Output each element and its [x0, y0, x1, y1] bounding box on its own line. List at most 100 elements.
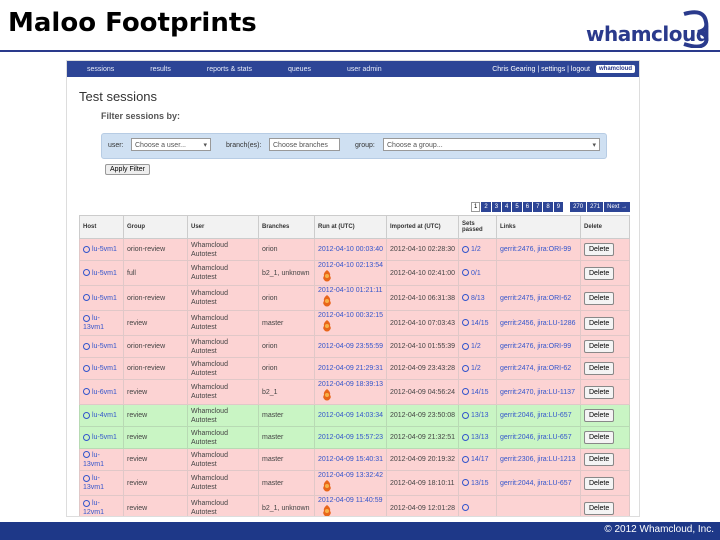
- col-branches[interactable]: Branches: [258, 215, 315, 239]
- gerrit-jira-links[interactable]: gerrit:2046, jira:LU-657: [500, 412, 572, 419]
- delete-button[interactable]: Delete: [584, 291, 615, 305]
- gerrit-jira-links[interactable]: gerrit:2044, jira:LU-657: [500, 480, 572, 487]
- session-link-icon[interactable]: [83, 245, 90, 253]
- page-link-270[interactable]: 270: [570, 202, 587, 212]
- gerrit-jira-links[interactable]: gerrit:2476, jira:ORI-99: [500, 343, 571, 350]
- details-icon[interactable]: [462, 364, 469, 372]
- host-cell[interactable]: lu-5vm1: [79, 238, 124, 261]
- col-host[interactable]: Host: [79, 215, 124, 239]
- delete-button[interactable]: Delete: [584, 243, 615, 256]
- run-at-link[interactable]: 2012-04-09 18:39:13: [318, 381, 383, 388]
- delete-button[interactable]: Delete: [584, 409, 615, 422]
- links-cell[interactable]: gerrit:2046, jira:LU-657: [496, 404, 581, 427]
- run-at-link[interactable]: 2012-04-09 21:29:31: [318, 365, 383, 372]
- user-select[interactable]: Choose a user... ▾: [131, 138, 211, 151]
- session-link-icon[interactable]: [83, 388, 90, 396]
- host-link[interactable]: lu-5vm1: [92, 434, 117, 441]
- details-icon[interactable]: [462, 388, 469, 396]
- col-user[interactable]: User: [187, 215, 259, 239]
- session-link-icon[interactable]: [83, 499, 90, 507]
- run-at-link[interactable]: 2012-04-09 15:57:23: [318, 434, 383, 441]
- gerrit-jira-links[interactable]: gerrit:2306, jira:LU-1213: [500, 456, 576, 463]
- nav-user-label[interactable]: Chris Gearing | settings | logout: [492, 66, 590, 73]
- details-icon[interactable]: [462, 433, 469, 441]
- host-cell[interactable]: lu-13vm1: [79, 448, 124, 471]
- run-at-link[interactable]: 2012-04-09 11:40:59: [318, 497, 382, 504]
- delete-button[interactable]: Delete: [584, 501, 615, 515]
- links-cell[interactable]: gerrit:2456, jira:LU-1286: [496, 310, 581, 336]
- run-at-link[interactable]: 2012-04-10 01:21:11: [318, 287, 382, 294]
- run-at-cell[interactable]: 2012-04-09 15:40:31: [314, 448, 387, 471]
- details-icon[interactable]: [462, 294, 469, 302]
- run-at-cell[interactable]: 2012-04-09 21:29:31: [314, 357, 387, 380]
- host-cell[interactable]: lu-13vm1: [79, 310, 124, 336]
- links-cell[interactable]: gerrit:2475, jira:ORI-62: [496, 285, 581, 311]
- delete-button[interactable]: Delete: [584, 340, 615, 353]
- run-at-cell[interactable]: 2012-04-10 01:21:11: [314, 285, 387, 311]
- run-at-link[interactable]: 2012-04-10 00:32:15: [318, 312, 383, 319]
- host-cell[interactable]: lu-5vm1: [79, 357, 124, 380]
- delete-button[interactable]: Delete: [584, 362, 615, 375]
- host-cell[interactable]: lu-5vm1: [79, 335, 124, 358]
- run-at-link[interactable]: 2012-04-09 13:32:42: [318, 472, 383, 479]
- delete-button[interactable]: Delete: [584, 453, 615, 466]
- page-link-5[interactable]: 5: [512, 202, 522, 212]
- host-link[interactable]: lu-5vm1: [92, 246, 117, 253]
- run-at-cell[interactable]: 2012-04-09 23:55:59: [314, 335, 387, 358]
- session-link-icon[interactable]: [83, 342, 90, 350]
- nav-user-admin[interactable]: user admin: [327, 66, 398, 73]
- session-link-icon[interactable]: [83, 269, 90, 277]
- nav-results[interactable]: results: [130, 66, 187, 73]
- links-cell[interactable]: gerrit:2476, jira:ORI-99: [496, 335, 581, 358]
- delete-button[interactable]: Delete: [584, 316, 615, 330]
- links-cell[interactable]: gerrit:2476, jira:ORI-99: [496, 238, 581, 261]
- page-link-3[interactable]: 3: [491, 202, 502, 212]
- host-link[interactable]: lu-5vm1: [92, 365, 117, 372]
- run-at-cell[interactable]: 2012-04-10 00:32:15: [314, 310, 387, 336]
- page-link-2[interactable]: 2: [481, 202, 491, 212]
- run-at-link[interactable]: 2012-04-10 02:13:54: [318, 262, 383, 269]
- delete-button[interactable]: Delete: [584, 431, 615, 444]
- links-cell[interactable]: gerrit:2474, jira:ORI-62: [496, 357, 581, 380]
- details-icon[interactable]: [462, 455, 469, 463]
- gerrit-jira-links[interactable]: gerrit:2476, jira:ORI-99: [500, 246, 571, 253]
- nav-user-menu[interactable]: Chris Gearing | settings | logout whamcl…: [492, 65, 639, 73]
- details-icon[interactable]: [462, 479, 469, 487]
- delete-button[interactable]: Delete: [584, 385, 615, 399]
- nav-reports[interactable]: reports & stats: [187, 66, 268, 73]
- nav-sessions[interactable]: sessions: [67, 66, 130, 73]
- page-link-1[interactable]: 1: [471, 202, 481, 212]
- host-cell[interactable]: lu-5vm1: [79, 285, 124, 311]
- gerrit-jira-links[interactable]: gerrit:2475, jira:ORI-62: [500, 295, 571, 302]
- details-icon[interactable]: [462, 269, 469, 277]
- page-link-9[interactable]: 9: [553, 202, 564, 212]
- details-icon[interactable]: [462, 319, 469, 327]
- delete-button[interactable]: Delete: [584, 266, 615, 280]
- run-at-cell[interactable]: 2012-04-09 15:57:23: [314, 426, 387, 449]
- page-link-4[interactable]: 4: [502, 202, 512, 212]
- links-cell[interactable]: [496, 495, 581, 516]
- links-cell[interactable]: gerrit:2044, jira:LU-657: [496, 470, 581, 496]
- host-cell[interactable]: lu-13vm1: [79, 470, 124, 496]
- nav-queues[interactable]: queues: [268, 66, 327, 73]
- details-icon[interactable]: [462, 411, 469, 419]
- session-link-icon[interactable]: [83, 314, 90, 322]
- gerrit-jira-links[interactable]: gerrit:2046, jira:LU-657: [500, 434, 572, 441]
- run-at-link[interactable]: 2012-04-09 14:03:34: [318, 412, 383, 419]
- next-page-link[interactable]: Next →: [604, 202, 631, 212]
- run-at-link[interactable]: 2012-04-09 23:55:59: [318, 343, 383, 350]
- session-link-icon[interactable]: [83, 411, 90, 419]
- run-at-link[interactable]: 2012-04-09 15:40:31: [318, 456, 383, 463]
- page-link-8[interactable]: 8: [543, 202, 553, 212]
- col-sets-passed[interactable]: Sets passed: [458, 215, 497, 239]
- col-group[interactable]: Group: [123, 215, 188, 239]
- run-at-cell[interactable]: 2012-04-10 02:13:54: [314, 260, 387, 286]
- col-imported-at[interactable]: Imported at (UTC): [386, 215, 459, 239]
- session-link-icon[interactable]: [83, 294, 90, 302]
- host-link[interactable]: lu-5vm1: [92, 270, 117, 277]
- details-icon[interactable]: [462, 245, 469, 253]
- host-link[interactable]: lu-5vm1: [92, 343, 117, 350]
- branch-select[interactable]: Choose branches: [269, 138, 340, 151]
- run-at-cell[interactable]: 2012-04-10 00:03:40: [314, 238, 387, 261]
- host-cell[interactable]: lu-5vm1: [79, 260, 124, 286]
